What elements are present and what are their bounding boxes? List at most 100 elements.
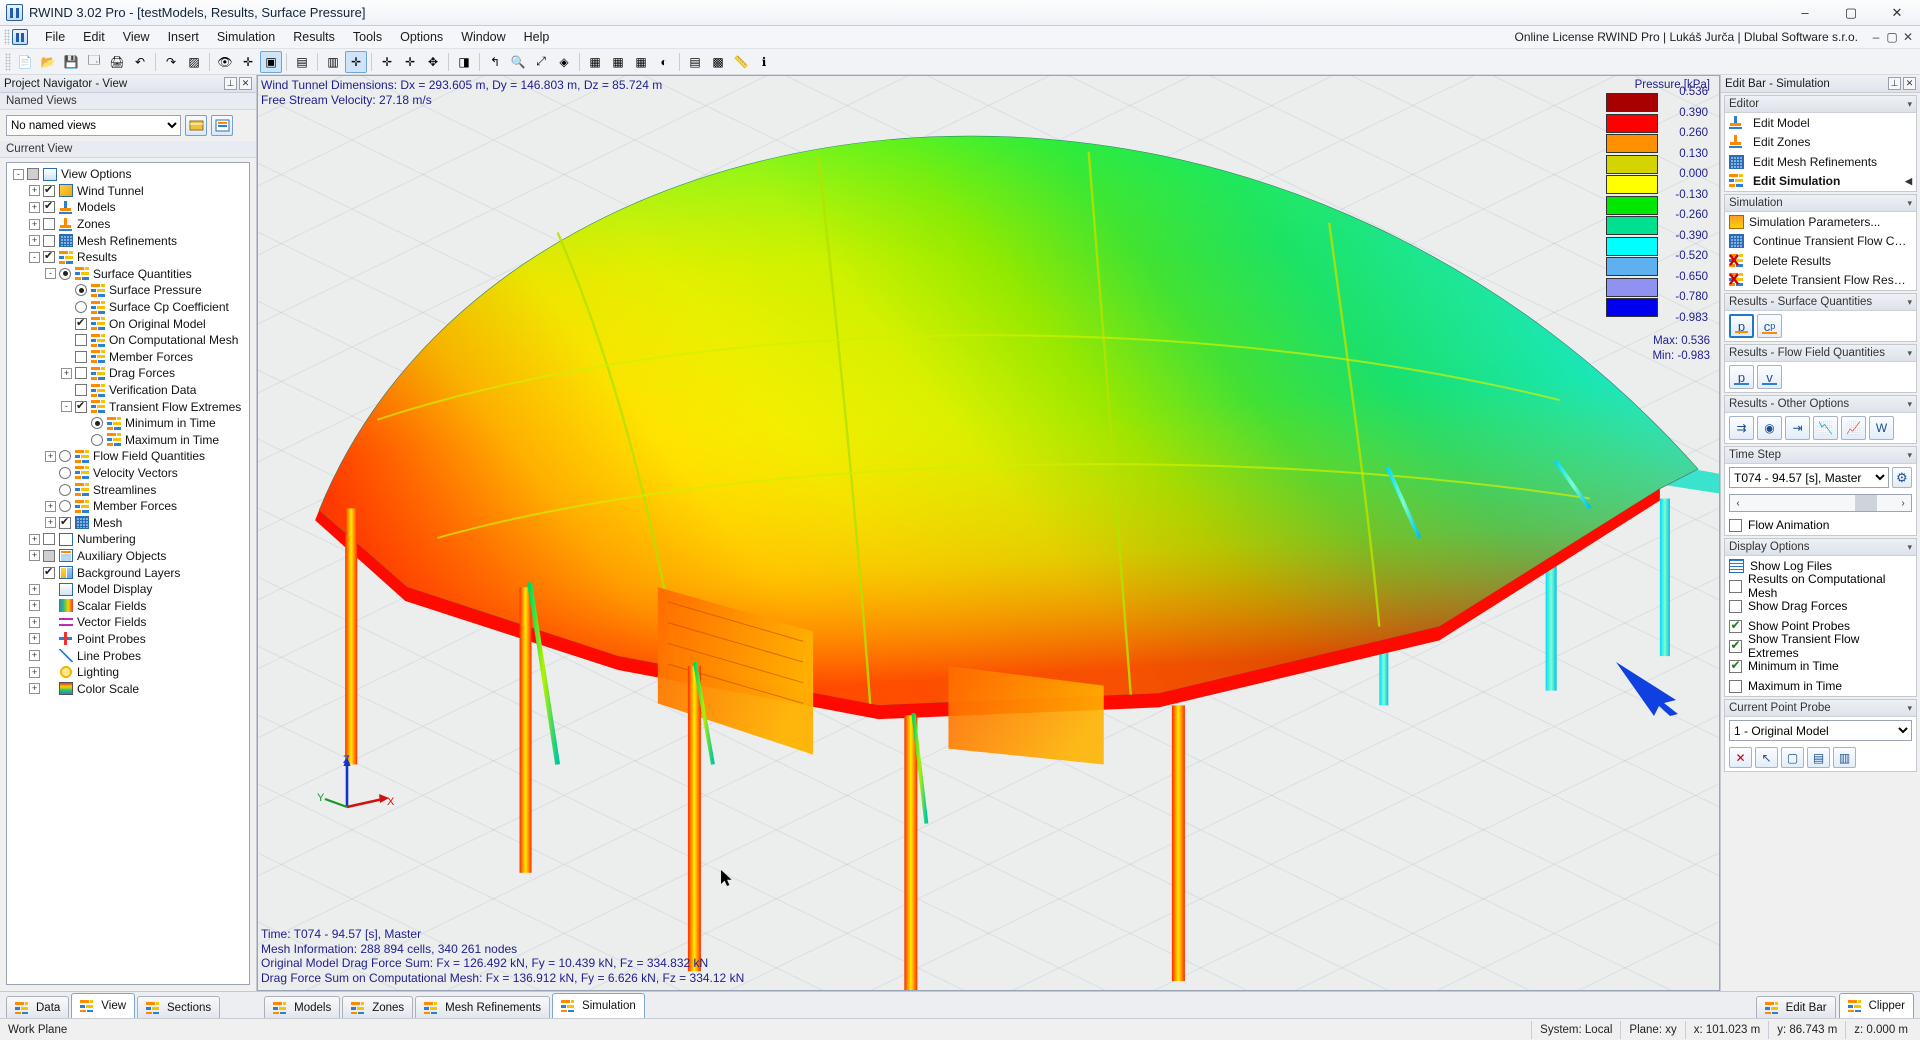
tree-item-verification-data[interactable]: Verification Data (9, 382, 249, 399)
tree-radio[interactable] (59, 466, 71, 479)
open-file-button[interactable]: 📂 (37, 51, 59, 73)
tab-sections[interactable]: Sections (137, 996, 221, 1018)
expand-toggle-icon[interactable]: + (29, 235, 40, 247)
results-flow-header[interactable]: Results - Flow Field Quantities ▾ (1725, 345, 1916, 362)
view-render-button[interactable]: ◨ (453, 51, 475, 73)
menu-item-view[interactable]: View (114, 27, 159, 47)
doc-minimize-button[interactable]: – (1868, 30, 1884, 44)
editor-section-header[interactable]: Editor ▾ (1725, 96, 1916, 113)
gear-icon[interactable]: ⚙ (1891, 467, 1912, 488)
expand-toggle-icon[interactable]: + (29, 666, 40, 678)
tree-checkbox[interactable] (43, 234, 55, 247)
expand-toggle-icon[interactable]: + (29, 201, 40, 213)
flow-velocity-button[interactable]: v (1757, 365, 1782, 389)
chevron-down-icon[interactable]: ▾ (1907, 99, 1912, 110)
result-chart-button[interactable]: 📈 (1841, 416, 1866, 440)
simulation-item-simulation-parameters[interactable]: Simulation Parameters... (1725, 212, 1916, 232)
tree-checkbox[interactable] (75, 316, 87, 330)
time-step-slider[interactable]: ‹ › (1729, 494, 1912, 512)
tree-radio[interactable] (75, 301, 87, 314)
menu-item-tools[interactable]: Tools (344, 27, 391, 47)
view-iso-button[interactable]: ◈ (553, 51, 575, 73)
tab-view[interactable]: View (71, 993, 136, 1018)
velocity-vectors-button[interactable]: ⇉ (1729, 416, 1754, 440)
time-step-track[interactable] (1746, 495, 1895, 511)
maximize-button[interactable]: ▢ (1828, 0, 1874, 26)
flow-animation-checkbox[interactable] (1729, 518, 1742, 532)
save-file-button[interactable]: 💾 (60, 51, 82, 73)
menu-item-simulation[interactable]: Simulation (208, 27, 284, 47)
chevron-down-icon[interactable]: ▾ (1907, 399, 1912, 410)
chevron-down-icon[interactable]: ▾ (1907, 450, 1912, 461)
menu-item-window[interactable]: Window (452, 27, 514, 47)
collapse-toggle-icon[interactable]: - (29, 251, 40, 263)
expand-toggle-icon[interactable]: + (29, 550, 40, 562)
tree-item-auxiliary-objects[interactable]: + Auxiliary Objects (9, 548, 249, 565)
tree-item-numbering[interactable]: + Numbering (9, 531, 249, 548)
tree-item-model-display[interactable]: + Model Display (9, 581, 249, 598)
tree-radio[interactable] (59, 450, 71, 463)
expand-toggle-icon[interactable]: + (29, 600, 40, 612)
tree-checkbox[interactable] (43, 183, 55, 197)
tree-item-color-scale[interactable]: + Color Scale (9, 680, 249, 697)
simulation-item-delete-results[interactable]: Delete Results (1725, 251, 1916, 271)
tree-item-zones[interactable]: + Zones (9, 216, 249, 233)
expand-toggle-icon[interactable]: + (29, 583, 40, 595)
export-word-button[interactable]: W (1869, 416, 1894, 440)
tree-item-surface-quantities[interactable]: - Surface Quantities (9, 266, 249, 283)
time-step-select[interactable]: T074 - 94.57 [s], Master (1729, 467, 1889, 488)
tab-simulation[interactable]: Simulation (552, 993, 645, 1018)
tab-clipper[interactable]: Clipper (1838, 993, 1914, 1018)
display-option-show-transient-flow-extremes[interactable]: Show Transient Flow Extremes (1725, 632, 1916, 660)
surface-pressure-button[interactable]: p (1729, 314, 1754, 338)
tree-item-transient-flow-extremes[interactable]: - Transient Flow Extremes (9, 398, 249, 415)
expand-toggle-icon[interactable]: + (29, 533, 40, 545)
tree-checkbox[interactable] (43, 218, 55, 231)
time-step-next-button[interactable]: › (1895, 498, 1911, 509)
tree-item-member-forces[interactable]: Member Forces (9, 349, 249, 366)
simulation-item-continue-transient-flow-calculat[interactable]: Continue Transient Flow Calculat... (1725, 232, 1916, 252)
time-step-header[interactable]: Time Step ▾ (1725, 447, 1916, 464)
tree-checkbox[interactable] (75, 384, 87, 397)
new-file-button[interactable]: 📄 (14, 51, 36, 73)
cfd-render-canvas[interactable]: Wind Tunnel Dimensions: Dx = 293.605 m, … (257, 75, 1720, 991)
tab-zones[interactable]: Zones (342, 996, 414, 1018)
menu-item-edit[interactable]: Edit (74, 27, 114, 47)
editor-item-edit-zones[interactable]: Edit Zones (1725, 133, 1916, 153)
tab-models[interactable]: Models (264, 996, 341, 1018)
expand-toggle-icon[interactable]: + (29, 218, 40, 230)
editor-item-edit-mesh-refinements[interactable]: Edit Mesh Refinements (1725, 152, 1916, 172)
tree-item-models[interactable]: + Models (9, 199, 249, 216)
display-option-results-on-computational-mesh[interactable]: Results on Computational Mesh (1725, 572, 1916, 600)
tree-radio[interactable] (91, 433, 103, 446)
select-model-button[interactable]: ▤ (291, 51, 313, 73)
chevron-down-icon[interactable]: ▾ (1907, 198, 1912, 209)
expand-toggle-icon[interactable]: + (61, 367, 72, 379)
probe-export-button[interactable]: ▥ (1833, 747, 1856, 768)
tree-checkbox[interactable] (43, 565, 55, 579)
display-option-checkbox[interactable] (1729, 638, 1742, 653)
expand-toggle-icon[interactable]: + (29, 633, 40, 645)
clipping-plane-button[interactable]: ⇥ (1785, 416, 1810, 440)
minimize-button[interactable]: – (1782, 0, 1828, 26)
info-button[interactable]: ℹ (753, 51, 775, 73)
tree-item-flow-field-quantities[interactable]: + Flow Field Quantities (9, 448, 249, 465)
tree-item-view-options[interactable]: - View Options (9, 166, 249, 183)
undo-button[interactable]: ↶ (129, 51, 151, 73)
tree-item-scalar-fields[interactable]: + Scalar Fields (9, 597, 249, 614)
tree-item-lighting[interactable]: + Lighting (9, 664, 249, 681)
tree-radio[interactable] (59, 267, 71, 280)
navigator-close-button[interactable]: ✕ (239, 77, 252, 90)
view-xy-button[interactable]: ▦ (584, 51, 606, 73)
menu-item-file[interactable]: File (36, 27, 74, 47)
tree-item-minimum-in-time[interactable]: Minimum in Time (9, 415, 249, 432)
display-options-header[interactable]: Display Options ▾ (1725, 539, 1916, 556)
tree-checkbox[interactable] (43, 533, 55, 546)
tree-checkbox[interactable] (75, 350, 87, 363)
collapse-toggle-icon[interactable]: - (45, 268, 56, 280)
probe-table-button[interactable]: ▤ (1807, 747, 1830, 768)
tree-checkbox[interactable] (27, 168, 39, 181)
tree-radio[interactable] (59, 500, 71, 513)
close-button[interactable]: ✕ (1874, 0, 1920, 26)
layers-button[interactable]: ▤ (684, 51, 706, 73)
